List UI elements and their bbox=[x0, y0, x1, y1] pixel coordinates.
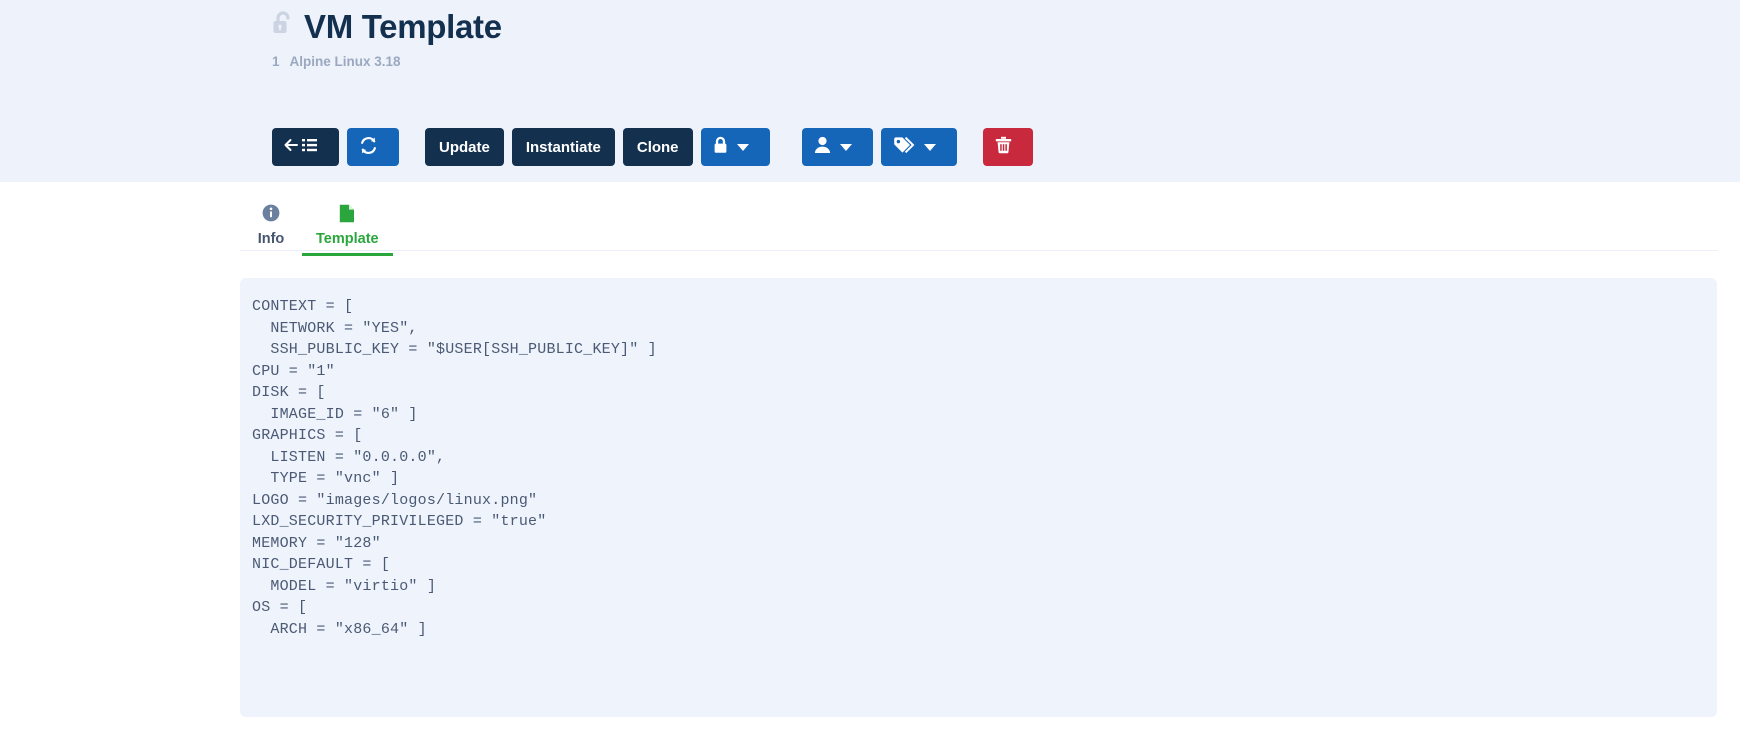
page-root: VM Template 1 Alpine Linux 3.18 Update I… bbox=[0, 0, 1740, 751]
tab-template-label: Template bbox=[316, 231, 379, 247]
template-id: 1 bbox=[272, 54, 280, 69]
user-icon bbox=[814, 136, 831, 158]
tab-bar: Info Template bbox=[240, 188, 393, 256]
refresh-icon bbox=[359, 136, 378, 159]
toolbar: Update Instantiate Clone bbox=[272, 128, 1033, 166]
tab-info-label: Info bbox=[257, 231, 285, 247]
info-circle-icon bbox=[262, 203, 280, 223]
trash-icon bbox=[995, 136, 1012, 158]
page-header: VM Template 1 Alpine Linux 3.18 Update I… bbox=[0, 0, 1740, 182]
clone-button[interactable]: Clone bbox=[622, 128, 693, 166]
lock-icon bbox=[713, 136, 728, 158]
tags-dropdown-button[interactable] bbox=[880, 128, 957, 166]
back-to-list-button[interactable] bbox=[272, 128, 339, 166]
subtitle-row: 1 Alpine Linux 3.18 bbox=[272, 54, 401, 69]
chevron-down-icon bbox=[839, 143, 852, 151]
title-row: VM Template bbox=[272, 10, 502, 43]
tabs-divider bbox=[240, 250, 1718, 251]
tab-template[interactable]: Template bbox=[302, 195, 393, 256]
unlocked-padlock-icon bbox=[272, 10, 294, 43]
content-area: Info Template CONTEXT = [ NETWORK = "YES… bbox=[0, 182, 1740, 751]
template-code-card[interactable]: CONTEXT = [ NETWORK = "YES", SSH_PUBLIC_… bbox=[240, 278, 1717, 717]
chevron-down-icon bbox=[736, 143, 749, 151]
lock-dropdown-button[interactable] bbox=[700, 128, 770, 166]
ownership-dropdown-button[interactable] bbox=[801, 128, 873, 166]
refresh-button[interactable] bbox=[347, 128, 399, 166]
chevron-down-icon bbox=[923, 143, 936, 151]
page-title: VM Template bbox=[304, 8, 502, 45]
template-os-name: Alpine Linux 3.18 bbox=[289, 54, 401, 69]
template-code-text: CONTEXT = [ NETWORK = "YES", SSH_PUBLIC_… bbox=[252, 298, 657, 638]
file-document-icon bbox=[339, 203, 355, 223]
tab-info[interactable]: Info bbox=[240, 195, 302, 256]
back-to-list-icon bbox=[284, 137, 318, 157]
instantiate-button[interactable]: Instantiate bbox=[511, 128, 615, 166]
update-button[interactable]: Update bbox=[425, 128, 504, 166]
delete-button[interactable] bbox=[982, 128, 1033, 166]
tags-icon bbox=[893, 136, 915, 158]
